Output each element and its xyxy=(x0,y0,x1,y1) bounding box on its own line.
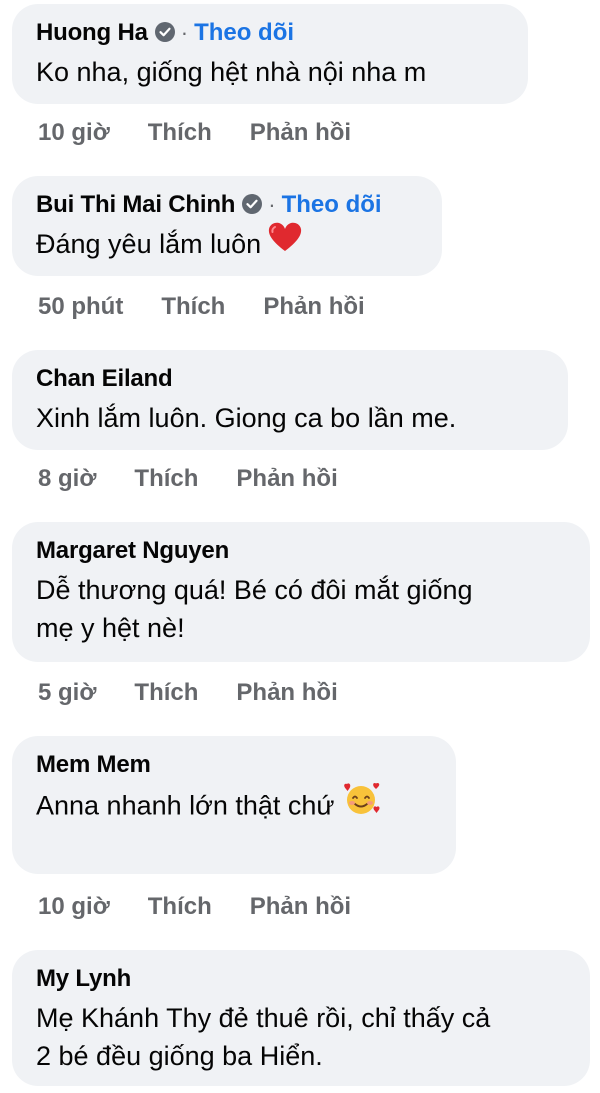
comment-bubble: Mem Mem Anna nhanh lớn thật chứ xyxy=(12,736,456,874)
like-button[interactable]: Thích xyxy=(148,893,212,921)
author-name[interactable]: Huong Ha xyxy=(36,19,148,47)
reply-button[interactable]: Phản hồi xyxy=(236,679,337,707)
like-button[interactable]: Thích xyxy=(148,119,212,147)
author-name[interactable]: Chan Eiland xyxy=(36,365,173,393)
comment-bubble: Chan Eiland Xinh lắm luôn. Giong ca bo l… xyxy=(12,350,568,450)
comment-text-line-2: 2 bé đều giống ba Hiển. xyxy=(36,1041,323,1071)
comment-text-line-1: Dễ thương quá! Bé có đôi mắt giống xyxy=(36,575,473,605)
comment-2: Bui Thi Mai Chinh · Theo dõi Đáng yêu lắ… xyxy=(12,176,442,276)
comment-bubble: Bui Thi Mai Chinh · Theo dõi Đáng yêu lắ… xyxy=(12,176,442,276)
comment-header: Huong Ha · Theo dõi xyxy=(36,16,506,50)
reply-button[interactable]: Phản hồi xyxy=(250,119,351,147)
comment-time[interactable]: 10 giờ xyxy=(38,893,110,921)
comment-text: Ko nha, giống hệt nhà nội nha m xyxy=(36,57,427,87)
comment-header: Mem Mem xyxy=(36,748,434,782)
comment-3: Chan Eiland Xinh lắm luôn. Giong ca bo l… xyxy=(12,350,568,450)
comment-header: Chan Eiland xyxy=(36,362,546,396)
comment-text: Xinh lắm luôn. Giong ca bo lần me. xyxy=(36,403,457,433)
comment-actions: 5 giờ Thích Phản hồi xyxy=(38,676,376,710)
comment-text-line-2: mẹ y hệt nè! xyxy=(36,613,185,643)
comment-header: Bui Thi Mai Chinh · Theo dõi xyxy=(36,188,420,222)
comment-bubble: Margaret Nguyen Dễ thương quá! Bé có đôi… xyxy=(12,522,590,662)
author-name[interactable]: Mem Mem xyxy=(36,751,151,779)
comment-4: Margaret Nguyen Dễ thương quá! Bé có đôi… xyxy=(12,522,590,662)
comment-time[interactable]: 50 phút xyxy=(38,293,123,321)
author-name[interactable]: My Lynh xyxy=(36,965,131,993)
comment-actions: 10 giờ Thích Phản hồi xyxy=(38,890,389,924)
comment-text-line-1: Mẹ Khánh Thy đẻ thuê rồi, chỉ thấy cả xyxy=(36,1003,491,1033)
comment-text-row: Anna nhanh lớn thật chứ xyxy=(36,781,434,831)
like-button[interactable]: Thích xyxy=(134,465,198,493)
comment-header: Margaret Nguyen xyxy=(36,534,568,568)
follow-button[interactable]: Theo dõi xyxy=(194,19,294,47)
author-name[interactable]: Bui Thi Mai Chinh xyxy=(36,191,235,219)
reply-button[interactable]: Phản hồi xyxy=(236,465,337,493)
author-name[interactable]: Margaret Nguyen xyxy=(36,537,229,565)
reply-button[interactable]: Phản hồi xyxy=(263,293,364,321)
verified-badge-icon xyxy=(242,194,263,214)
comment-header: My Lynh xyxy=(36,962,568,996)
comment-time[interactable]: 10 giờ xyxy=(38,119,110,147)
comment-1: Huong Ha · Theo dõi Ko nha, giống hệt nh… xyxy=(12,4,528,104)
comment-actions: 50 phút Thích Phản hồi xyxy=(38,290,403,324)
comment-text: Anna nhanh lớn thật chứ xyxy=(36,790,335,821)
verified-badge-icon xyxy=(154,22,175,42)
comment-actions: 10 giờ Thích Phản hồi xyxy=(38,116,389,150)
comment-5: Mem Mem Anna nhanh lớn thật chứ xyxy=(12,736,456,874)
separator-dot: · xyxy=(180,20,189,45)
follow-button[interactable]: Theo dõi xyxy=(282,191,382,219)
comment-text-row: Đáng yêu lắm luôn xyxy=(36,221,420,267)
comment-bubble: My Lynh Mẹ Khánh Thy đẻ thuê rồi, chỉ th… xyxy=(12,950,590,1086)
red-heart-icon xyxy=(267,221,303,264)
comment-bubble: Huong Ha · Theo dõi Ko nha, giống hệt nh… xyxy=(12,4,528,104)
separator-dot: · xyxy=(268,192,276,217)
reply-button[interactable]: Phản hồi xyxy=(250,893,351,921)
comment-6: My Lynh Mẹ Khánh Thy đẻ thuê rồi, chỉ th… xyxy=(12,950,590,1086)
comment-time[interactable]: 5 giờ xyxy=(38,679,96,707)
comment-text: Đáng yêu lắm luôn xyxy=(36,229,262,259)
comment-actions: 8 giờ Thích Phản hồi xyxy=(38,462,376,496)
smiling-face-with-hearts-icon xyxy=(341,781,381,828)
like-button[interactable]: Thích xyxy=(161,293,225,321)
comment-time[interactable]: 8 giờ xyxy=(38,465,96,493)
like-button[interactable]: Thích xyxy=(134,679,198,707)
